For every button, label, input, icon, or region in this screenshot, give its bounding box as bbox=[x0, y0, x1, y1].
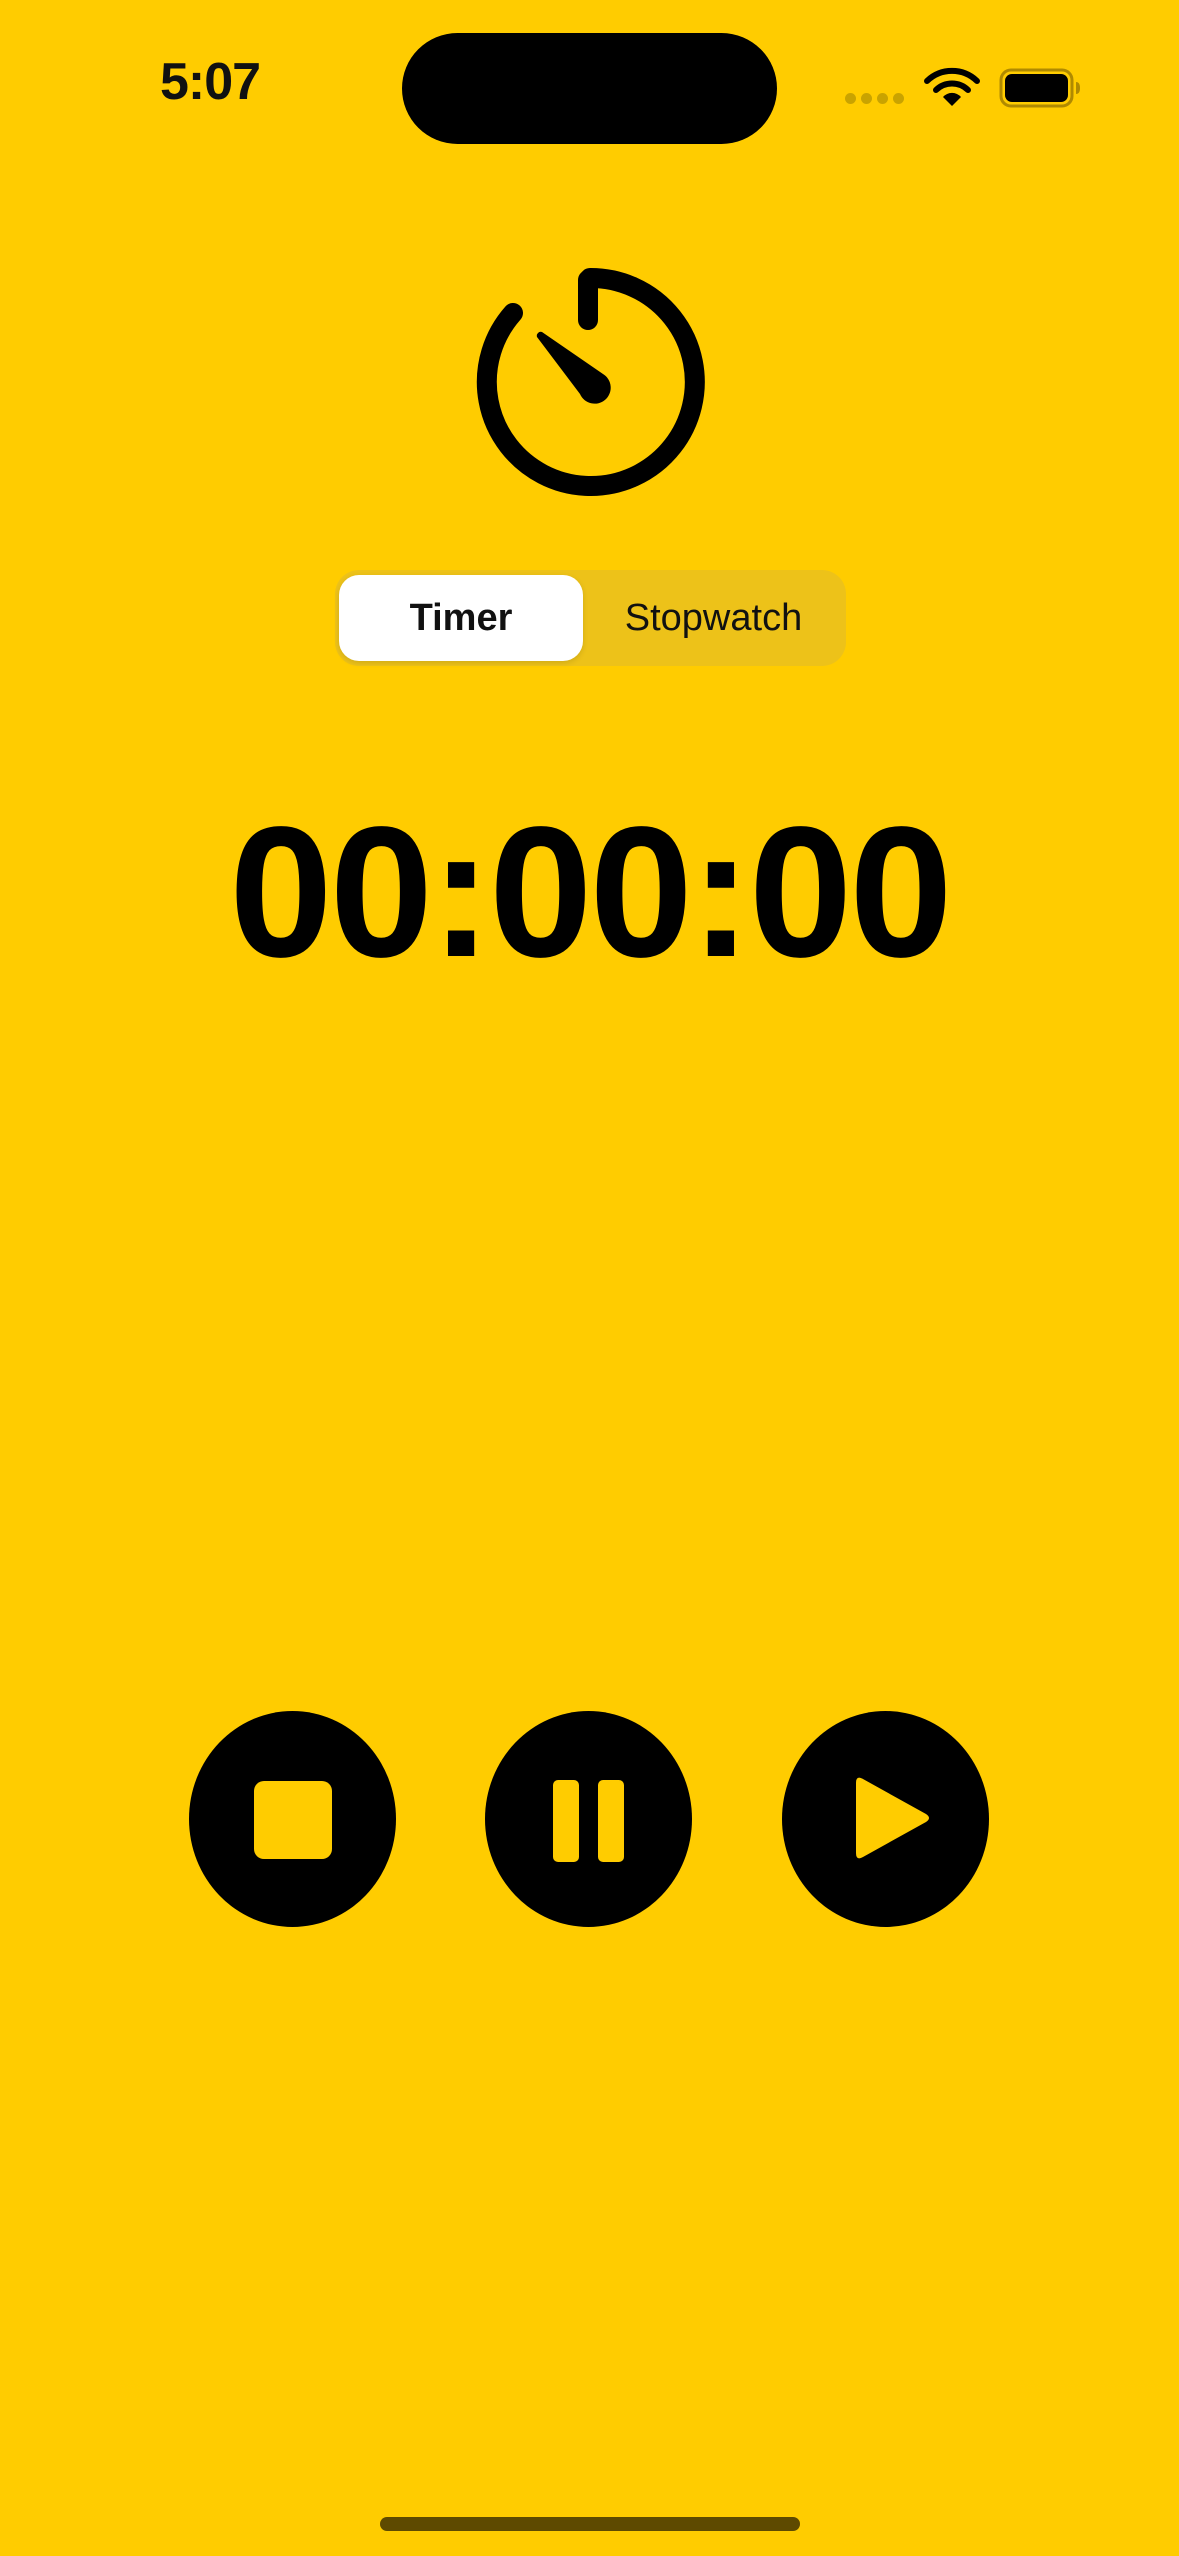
play-icon bbox=[856, 1777, 929, 1859]
time-display: 00:00:00 bbox=[229, 789, 953, 996]
battery-icon bbox=[999, 68, 1081, 108]
timer-screen: 5:07 Timer Stopwatch 00:00:00 bbox=[0, 0, 1179, 2556]
tab-stopwatch[interactable]: Stopwatch bbox=[585, 570, 842, 666]
status-bar-time: 5:07 bbox=[160, 53, 261, 111]
tab-timer[interactable]: Timer bbox=[339, 570, 583, 666]
pause-button[interactable] bbox=[485, 1711, 692, 1927]
stop-icon bbox=[254, 1781, 332, 1859]
cellular-signal-icon bbox=[845, 93, 905, 107]
mode-segmented-control: Timer Stopwatch bbox=[335, 570, 846, 666]
home-indicator bbox=[380, 2517, 800, 2531]
dynamic-island bbox=[402, 33, 777, 144]
wifi-icon bbox=[924, 66, 980, 108]
timer-icon bbox=[470, 262, 710, 502]
play-button[interactable] bbox=[782, 1711, 989, 1927]
pause-icon bbox=[553, 1780, 624, 1862]
stop-button[interactable] bbox=[189, 1711, 396, 1927]
